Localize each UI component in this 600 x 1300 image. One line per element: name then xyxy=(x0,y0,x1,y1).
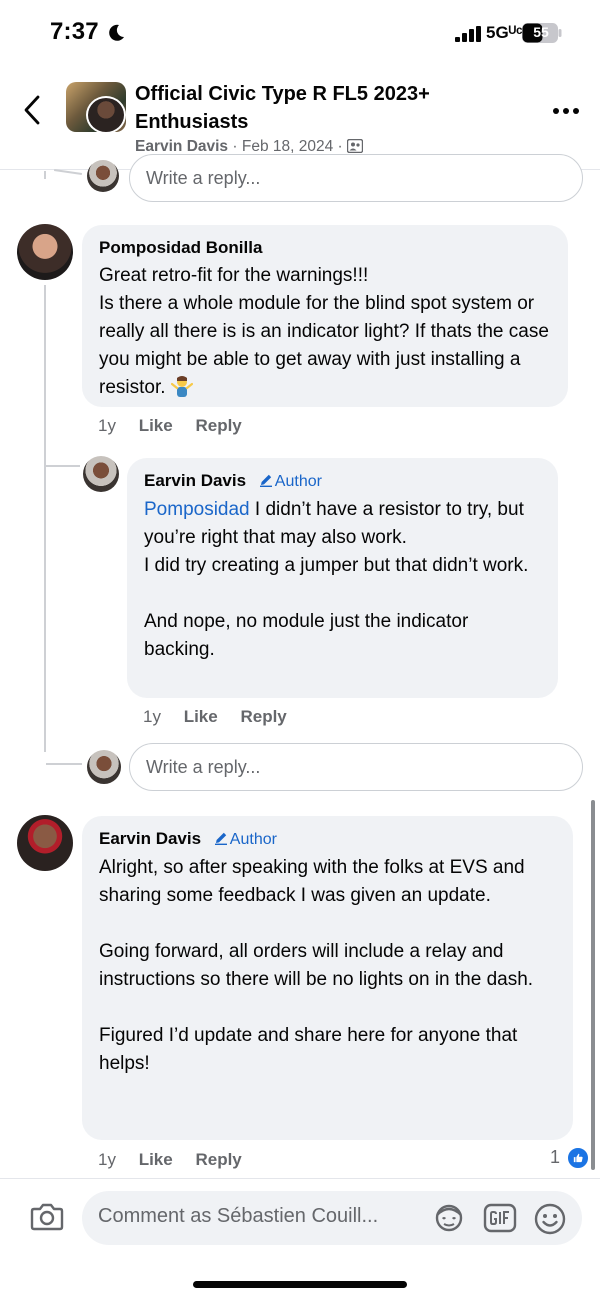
comment-bubble: Earvin Davis Author Pomposidad I didn’t … xyxy=(127,458,558,698)
thread-connector xyxy=(44,171,46,179)
reply-button[interactable]: Reply xyxy=(240,707,286,726)
home-indicator[interactable] xyxy=(193,1281,407,1288)
thread-connector xyxy=(46,465,80,467)
scrollbar[interactable] xyxy=(591,800,595,1170)
comment-body: I didn’t have a resistor to try, but you… xyxy=(144,499,529,660)
comment-input-placeholder: Comment as Sébastien Couill... xyxy=(98,1205,379,1227)
comment-input[interactable]: Comment as Sébastien Couill... xyxy=(82,1191,582,1245)
group-title[interactable]: Official Civic Type R FL5 2023+ Enthusia… xyxy=(135,80,515,136)
thread-connector xyxy=(46,763,82,765)
avatar-sticker-icon[interactable] xyxy=(432,1203,466,1233)
smiley-icon[interactable] xyxy=(533,1202,567,1236)
comment-bubble: Pomposidad Bonilla Great retro-fit for t… xyxy=(82,225,568,407)
comment-bubble: Earvin Davis Author Alright, so after sp… xyxy=(82,816,573,1140)
reaction-count[interactable]: 1 xyxy=(550,1147,560,1168)
author-badge-label: Author xyxy=(229,831,277,848)
like-reaction-icon[interactable] xyxy=(566,1146,590,1170)
commenter-avatar[interactable] xyxy=(17,224,73,280)
commenter-avatar[interactable] xyxy=(87,750,121,784)
camera-icon[interactable] xyxy=(30,1201,64,1233)
mention-link[interactable]: Pomposidad xyxy=(144,499,250,520)
commenter-avatar[interactable] xyxy=(17,815,73,871)
comment-text: Great retro-fit for the warnings!!! Is t… xyxy=(99,262,552,402)
commenter-name[interactable]: Earvin Davis xyxy=(99,829,201,848)
comment-composer: Comment as Sébastien Couill... xyxy=(0,1178,600,1300)
gif-icon[interactable] xyxy=(483,1203,517,1233)
reply-input[interactable]: Write a reply... xyxy=(129,743,583,791)
like-button[interactable]: Like xyxy=(184,707,218,726)
reply-placeholder: Write a reply... xyxy=(146,168,261,188)
person-shrugging-emoji-icon xyxy=(170,376,193,397)
status-time: 7:37 xyxy=(50,18,99,45)
comment-text: Pomposidad I didn’t have a resistor to t… xyxy=(144,496,542,664)
reply-input[interactable]: Write a reply... xyxy=(129,154,583,202)
battery-label: 55 xyxy=(533,24,549,40)
comment-age: 1y xyxy=(98,1150,116,1169)
like-button[interactable]: Like xyxy=(139,1150,173,1169)
commenter-avatar[interactable] xyxy=(87,160,119,192)
comment-actions: 1y Like Reply xyxy=(98,1150,242,1170)
pencil-icon xyxy=(214,832,227,845)
commenter-name[interactable]: Pomposidad Bonilla xyxy=(99,237,552,259)
reply-placeholder: Write a reply... xyxy=(146,757,261,777)
comment-header: Earvin Davis Author xyxy=(144,470,542,493)
comment-header: Earvin Davis Author xyxy=(99,828,557,851)
comment-actions: 1y Like Reply xyxy=(143,707,287,727)
author-badge: Author xyxy=(259,473,322,490)
reply-button[interactable]: Reply xyxy=(195,1150,241,1169)
post-date[interactable]: Feb 18, 2024 xyxy=(242,138,333,155)
more-options-icon[interactable] xyxy=(552,106,580,116)
status-bar: 7:37 5Gᵁᶜ 55 xyxy=(0,0,600,70)
author-badge-label: Author xyxy=(274,473,322,490)
meta-separator: · xyxy=(232,138,238,155)
comment-body: Alright, so after speaking with the folk… xyxy=(99,857,534,1074)
author-badge: Author xyxy=(214,831,277,848)
moon-icon xyxy=(109,24,124,41)
comment-body: Great retro-fit for the warnings!!! Is t… xyxy=(99,265,549,398)
commenter-name[interactable]: Earvin Davis xyxy=(144,471,246,490)
comment-age: 1y xyxy=(143,707,161,726)
meta-separator: · xyxy=(337,138,343,155)
network-label: 5Gᵁᶜ xyxy=(486,23,523,42)
pencil-icon xyxy=(259,474,272,487)
thread-connector xyxy=(44,285,46,752)
cellular-signal-icon xyxy=(455,26,481,42)
commenter-avatar[interactable] xyxy=(83,456,119,492)
back-arrow-icon[interactable] xyxy=(20,94,44,126)
post-author-name[interactable]: Earvin Davis xyxy=(135,138,228,155)
comment-actions: 1y Like Reply xyxy=(98,416,242,436)
author-avatar[interactable] xyxy=(86,96,126,134)
group-audience-icon xyxy=(347,139,364,153)
comment-age: 1y xyxy=(98,416,116,435)
reply-button[interactable]: Reply xyxy=(195,416,241,435)
like-button[interactable]: Like xyxy=(139,416,173,435)
